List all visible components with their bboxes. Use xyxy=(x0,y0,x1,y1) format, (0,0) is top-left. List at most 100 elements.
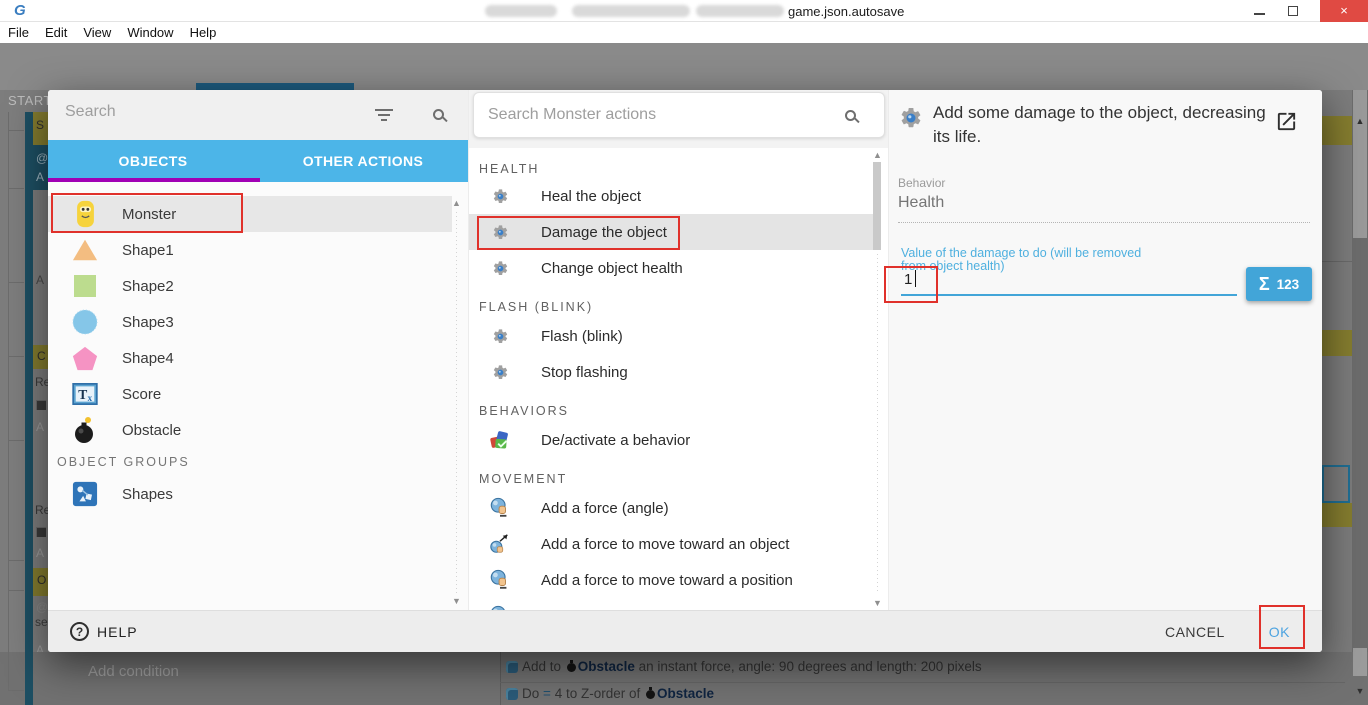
square-icon xyxy=(70,271,100,301)
behavior-field-underline xyxy=(898,222,1310,223)
action-item-stop-flashing[interactable]: Stop flashing xyxy=(469,354,873,390)
actions-search-area xyxy=(469,90,889,148)
annotation-ok-button xyxy=(1259,605,1305,649)
object-search-input[interactable] xyxy=(65,103,365,121)
actions-panel: HEALTH Heal the object Damage the object… xyxy=(468,90,888,610)
menu-file[interactable]: File xyxy=(8,25,29,40)
object-tabs: OBJECTS OTHER ACTIONS xyxy=(48,140,468,182)
object-item-shape4[interactable]: Shape4 xyxy=(48,340,452,376)
behavior-field-value[interactable]: Health xyxy=(898,194,944,212)
gdevelop-logo-icon: G xyxy=(14,2,26,19)
svg-text:T: T xyxy=(78,387,87,402)
object-item-shape1[interactable]: Shape1 xyxy=(48,232,452,268)
events-sheet-left-fragment: START S @ A A C Re A Re A O @ se A xyxy=(0,90,48,705)
app-window: { "window": { "title": "game.json.autosa… xyxy=(0,0,1368,705)
sigma-icon: Σ xyxy=(1259,274,1270,295)
menu-window[interactable]: Window xyxy=(127,25,173,40)
tab-objects[interactable]: OBJECTS xyxy=(48,140,258,182)
param-label-line1: Value of the damage to do (will be remov… xyxy=(901,246,1141,260)
scroll-down-icon[interactable]: ▼ xyxy=(1354,686,1366,696)
action-item-flash[interactable]: Flash (blink) xyxy=(469,318,873,354)
object-item-obstacle[interactable]: Obstacle xyxy=(48,412,452,448)
menu-edit[interactable]: Edit xyxy=(45,25,67,40)
object-group-icon xyxy=(70,479,100,509)
action-search-input[interactable] xyxy=(488,106,845,124)
action-editor-dialog: OBJECTS OTHER ACTIONS Monster Shape1 Sha… xyxy=(48,90,1322,652)
scroll-down-icon[interactable]: ▼ xyxy=(452,596,461,606)
gear-icon xyxy=(899,106,923,130)
object-groups-header: OBJECT GROUPS xyxy=(57,455,190,469)
active-tab-indicator xyxy=(48,178,260,182)
expression-editor-button[interactable]: Σ 123 xyxy=(1246,267,1312,301)
action-item-force-partial[interactable]: Add a force xyxy=(469,598,873,610)
scroll-down-icon[interactable]: ▼ xyxy=(873,598,882,608)
scroll-up-icon[interactable]: ▲ xyxy=(452,198,461,208)
action-item-force-angle[interactable]: Add a force (angle) xyxy=(469,490,873,526)
triangle-icon xyxy=(70,235,100,265)
dialog-footer: ? HELP CANCEL OK xyxy=(48,610,1322,652)
building-icon xyxy=(36,400,46,410)
text-object-icon: Tx xyxy=(70,379,100,409)
close-button[interactable]: × xyxy=(1320,0,1368,22)
action-item-force-toward-object[interactable]: Add a force to move toward an object xyxy=(469,526,873,562)
building-icon xyxy=(36,527,46,537)
title-bar: G game.json.autosave × xyxy=(0,0,1368,22)
row-divider xyxy=(500,682,1345,683)
annotation-monster xyxy=(51,193,243,233)
search-icon xyxy=(845,110,856,121)
conditions-actions-divider xyxy=(500,652,501,705)
action-item-heal[interactable]: Heal the object xyxy=(469,178,873,214)
behavior-field-label: Behavior xyxy=(898,176,945,190)
input-underline xyxy=(901,294,1237,296)
z-order-icon xyxy=(506,688,518,700)
scroll-up-icon[interactable]: ▲ xyxy=(1354,116,1366,126)
group-item-shapes[interactable]: Shapes xyxy=(48,476,452,512)
action-item-deactivate-behavior[interactable]: De/activate a behavior xyxy=(469,422,873,458)
scene-tab-label[interactable]: START xyxy=(8,93,52,108)
svg-text:x: x xyxy=(88,394,93,404)
gear-icon xyxy=(489,185,511,207)
object-item-shape3[interactable]: Shape3 xyxy=(48,304,452,340)
force-icon xyxy=(506,661,518,673)
scroll-up-icon[interactable]: ▲ xyxy=(873,150,882,160)
scrollbar-thumb[interactable] xyxy=(1353,648,1367,676)
annotation-value-input xyxy=(884,266,938,303)
scrollbar-track[interactable] xyxy=(456,212,457,594)
redacted-title-segment xyxy=(572,5,690,17)
selected-event-outline xyxy=(1322,465,1350,503)
tab-other-actions[interactable]: OTHER ACTIONS xyxy=(258,140,468,182)
object-item-shape2[interactable]: Shape2 xyxy=(48,268,452,304)
pentagon-icon xyxy=(70,343,100,373)
scene-tab-indicator[interactable] xyxy=(196,83,354,90)
help-button[interactable]: HELP xyxy=(97,624,138,640)
annotation-damage-action xyxy=(477,216,680,250)
action-row[interactable]: Add to Obstacle an instant force, angle:… xyxy=(506,659,982,674)
force-icon xyxy=(489,497,511,519)
events-sheet-right-fragment xyxy=(1322,90,1352,652)
action-item-force-toward-position[interactable]: Add a force to move toward a position xyxy=(469,562,873,598)
scrollbar-thumb[interactable] xyxy=(873,162,881,250)
scrollbar-track[interactable] xyxy=(877,254,878,594)
event-condition-fragment xyxy=(1322,503,1352,527)
window-title: game.json.autosave xyxy=(788,4,904,19)
restore-button[interactable] xyxy=(1288,6,1298,16)
action-row[interactable]: Do = 4 to Z-order of Obstacle xyxy=(506,686,714,701)
action-item-change-health[interactable]: Change object health xyxy=(469,250,873,286)
add-condition-placeholder[interactable]: Add condition xyxy=(88,663,179,680)
open-in-new-icon[interactable] xyxy=(1275,110,1298,133)
events-sheet-bottom-fragment: Add condition Add to Obstacle an instant… xyxy=(0,652,1368,705)
object-item-score[interactable]: Tx Score xyxy=(48,376,452,412)
scrollbar-thumb[interactable] xyxy=(1353,90,1367,238)
menu-view[interactable]: View xyxy=(83,25,111,40)
action-description: Add some damage to the object, decreasin… xyxy=(933,101,1273,149)
bomb-icon xyxy=(567,663,576,672)
help-icon[interactable]: ? xyxy=(70,622,89,641)
cancel-button[interactable]: CANCEL xyxy=(1165,624,1225,640)
gear-icon xyxy=(489,361,511,383)
behavior-icon xyxy=(489,429,511,451)
force-icon xyxy=(489,569,511,591)
event-condition-fragment: C xyxy=(33,345,48,369)
minimize-button[interactable] xyxy=(1254,13,1265,15)
menu-help[interactable]: Help xyxy=(190,25,217,40)
bomb-icon xyxy=(646,690,655,699)
